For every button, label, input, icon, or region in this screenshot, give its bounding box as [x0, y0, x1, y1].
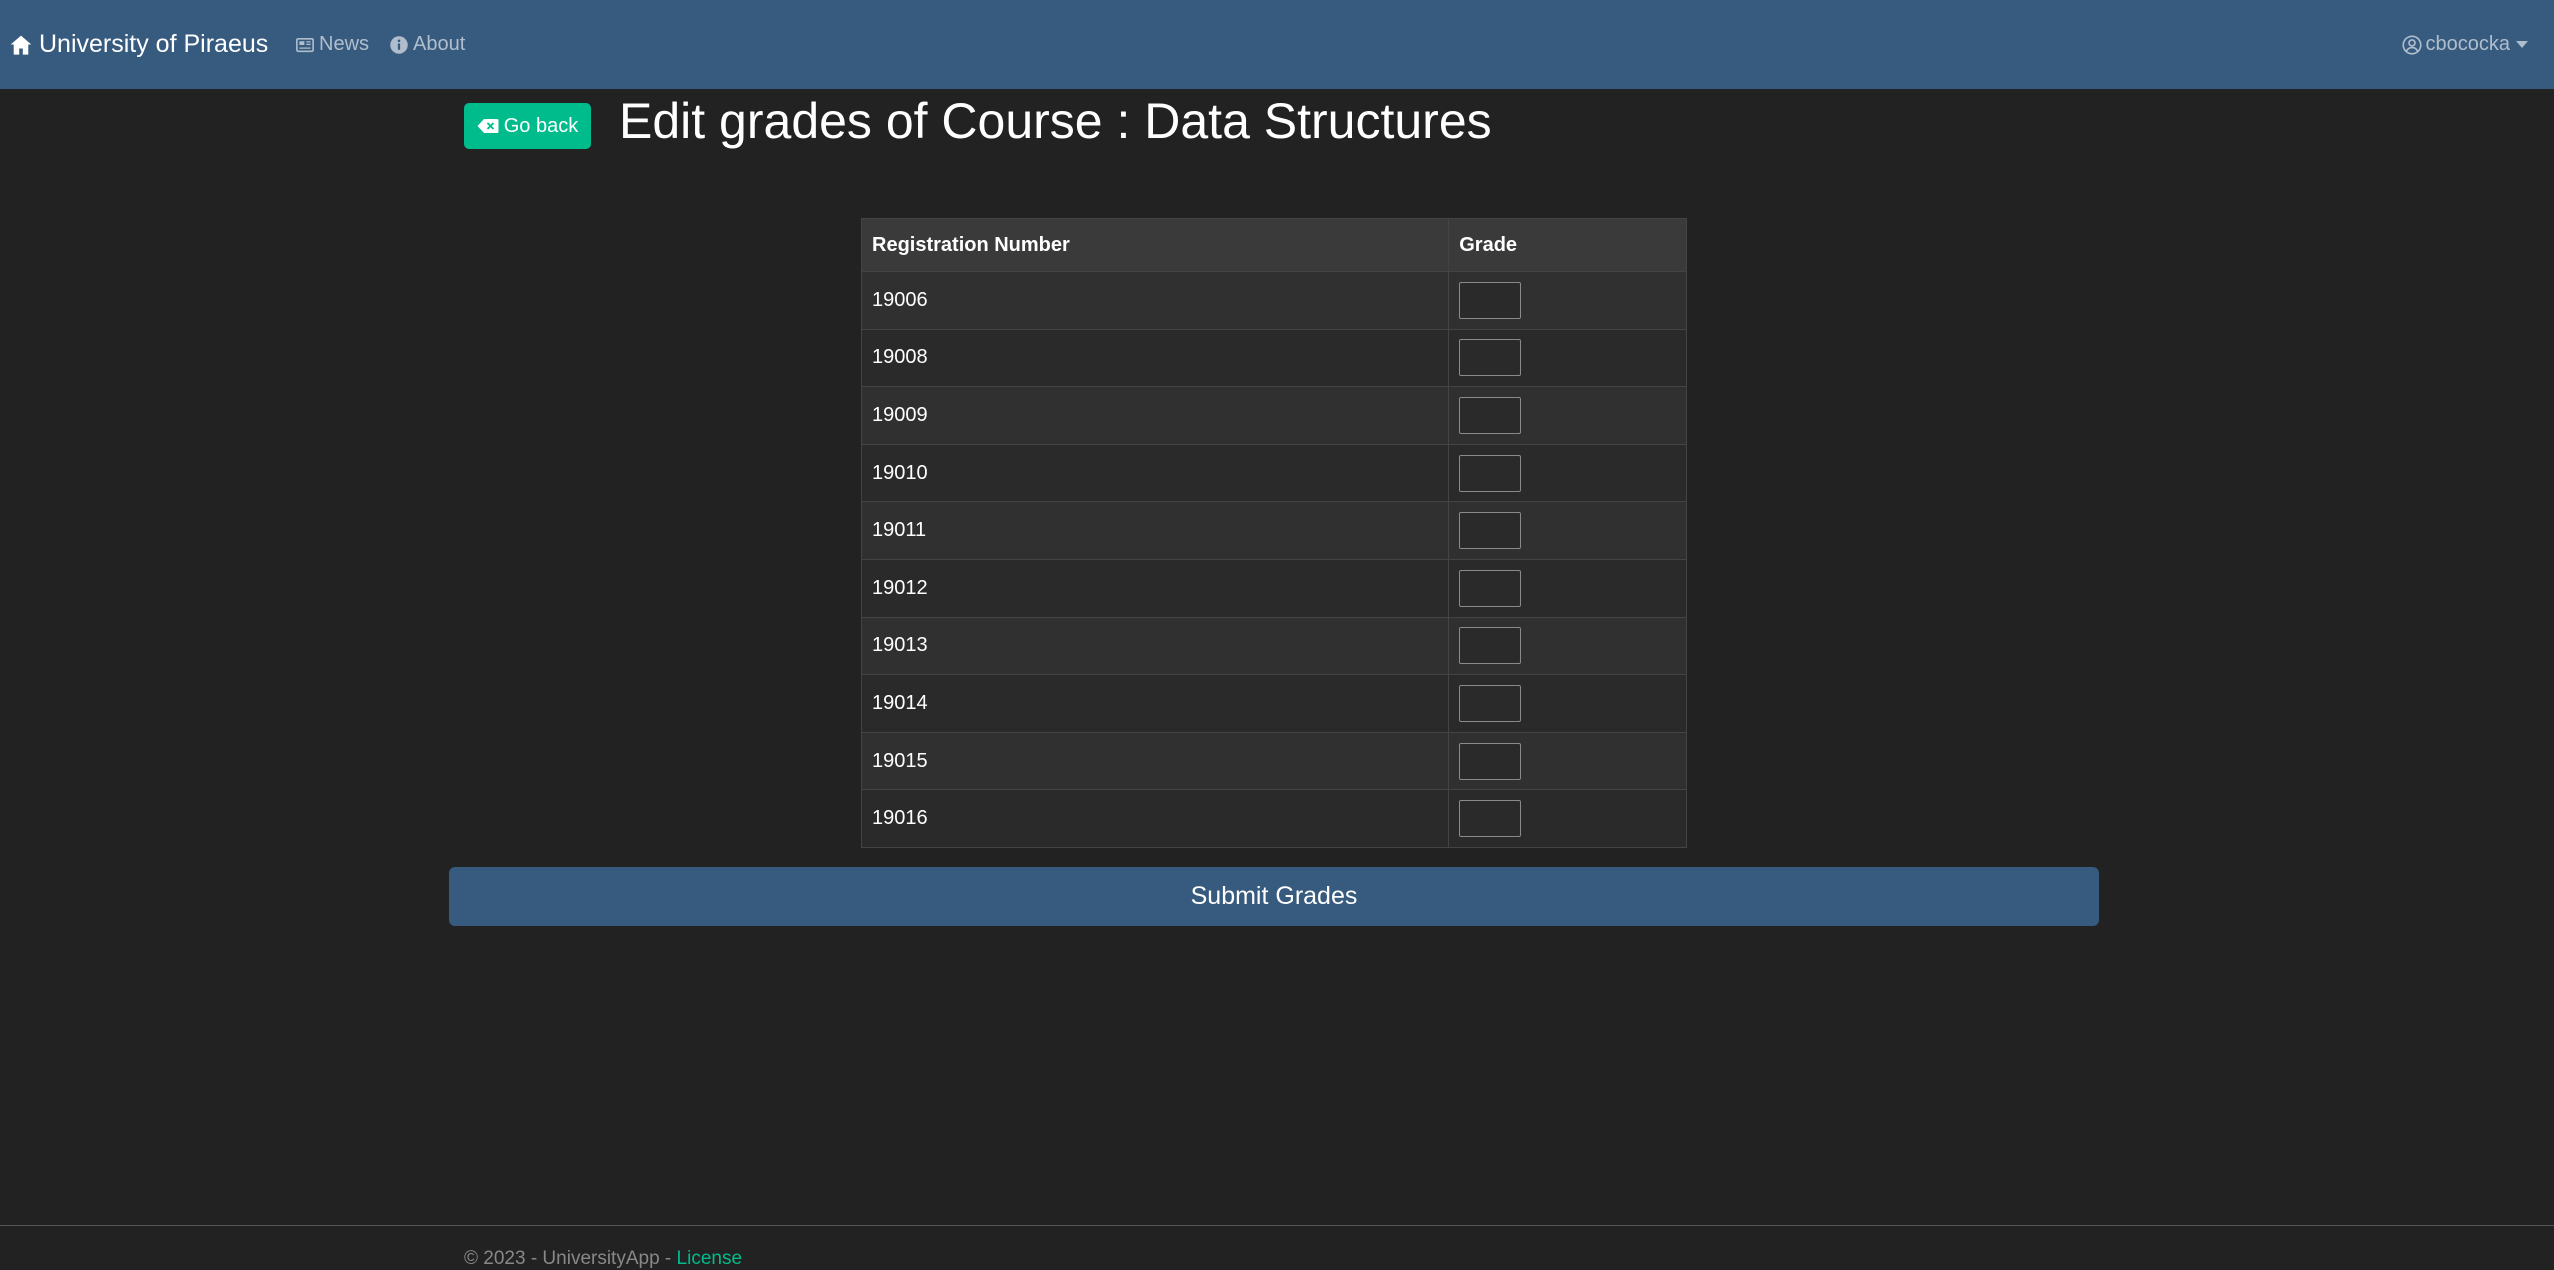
registration-number: 19008: [860, 328, 1450, 388]
registration-number: 19014: [860, 674, 1450, 733]
top-navbar: University of Piraeus News About cbocock…: [0, 0, 2554, 89]
grade-input[interactable]: [1459, 396, 1522, 434]
info-circle-icon: [389, 35, 409, 55]
submit-grades-button[interactable]: Submit Grades: [449, 867, 2099, 926]
footer: © 2023 - UniversityApp - License: [464, 1248, 742, 1270]
grade-cell: [1448, 443, 1687, 503]
grade-input[interactable]: [1459, 742, 1522, 780]
grade-input[interactable]: [1459, 454, 1522, 492]
table-row: 19008: [860, 328, 1687, 388]
grade-cell: [1448, 674, 1687, 733]
registration-number: 19015: [860, 731, 1450, 791]
table-row: 19013: [860, 616, 1687, 676]
grade-cell: [1448, 328, 1687, 388]
chevron-down-icon: [2516, 41, 2528, 48]
grade-input[interactable]: [1459, 627, 1522, 665]
grade-cell: [1448, 271, 1687, 330]
grade-input[interactable]: [1459, 684, 1522, 722]
column-header-registration: Registration Number: [860, 218, 1450, 272]
grades-table: Registration Number Grade 19006 19008 19…: [860, 218, 1687, 848]
column-header-grade: Grade: [1448, 218, 1687, 272]
grade-input[interactable]: [1459, 281, 1522, 319]
grade-cell: [1448, 616, 1687, 676]
table-header-row: Registration Number Grade: [860, 218, 1687, 272]
home-icon: [10, 34, 32, 56]
table-row: 19011: [860, 501, 1687, 560]
registration-number: 19009: [860, 386, 1450, 445]
nav-about-label: About: [413, 33, 466, 55]
grade-input[interactable]: [1459, 800, 1522, 838]
table-row: 19015: [860, 731, 1687, 791]
user-dropdown[interactable]: cbococka: [2401, 0, 2528, 89]
table-row: 19012: [860, 558, 1687, 618]
grade-input[interactable]: [1459, 569, 1522, 607]
registration-number: 19006: [860, 271, 1450, 330]
registration-number: 19011: [860, 501, 1450, 560]
newspaper-icon: [295, 35, 315, 55]
registration-number: 19010: [860, 443, 1450, 503]
user-name: cbococka: [2425, 33, 2511, 55]
grade-input[interactable]: [1459, 512, 1522, 550]
grade-cell: [1448, 558, 1687, 618]
nav-about-link[interactable]: About: [389, 0, 465, 89]
grade-cell: [1448, 501, 1687, 560]
brand-label: University of Piraeus: [39, 30, 269, 58]
license-link[interactable]: License: [677, 1248, 743, 1269]
brand-link[interactable]: University of Piraeus: [10, 0, 268, 89]
backspace-icon: [477, 118, 499, 134]
table-row: 19010: [860, 443, 1687, 503]
table-row: 19009: [860, 386, 1687, 445]
go-back-button[interactable]: Go back: [464, 103, 591, 149]
registration-number: 19013: [860, 616, 1450, 676]
footer-copyright: © 2023 - UniversityApp -: [464, 1248, 677, 1269]
table-row: 19014: [860, 674, 1687, 733]
user-circle-icon: [2401, 34, 2422, 55]
go-back-label: Go back: [503, 114, 579, 137]
grade-input[interactable]: [1459, 339, 1522, 377]
footer-divider: [0, 1225, 2554, 1226]
nav-news-link[interactable]: News: [295, 0, 369, 89]
table-row: 19006: [860, 271, 1687, 330]
registration-number: 19012: [860, 558, 1450, 618]
registration-number: 19016: [860, 789, 1450, 848]
nav-news-label: News: [319, 33, 370, 55]
grade-cell: [1448, 731, 1687, 791]
table-row: 19016: [860, 789, 1687, 848]
grade-cell: [1448, 789, 1687, 848]
grade-cell: [1448, 386, 1687, 445]
page-title: Edit grades of Course : Data Structures: [619, 93, 1492, 149]
